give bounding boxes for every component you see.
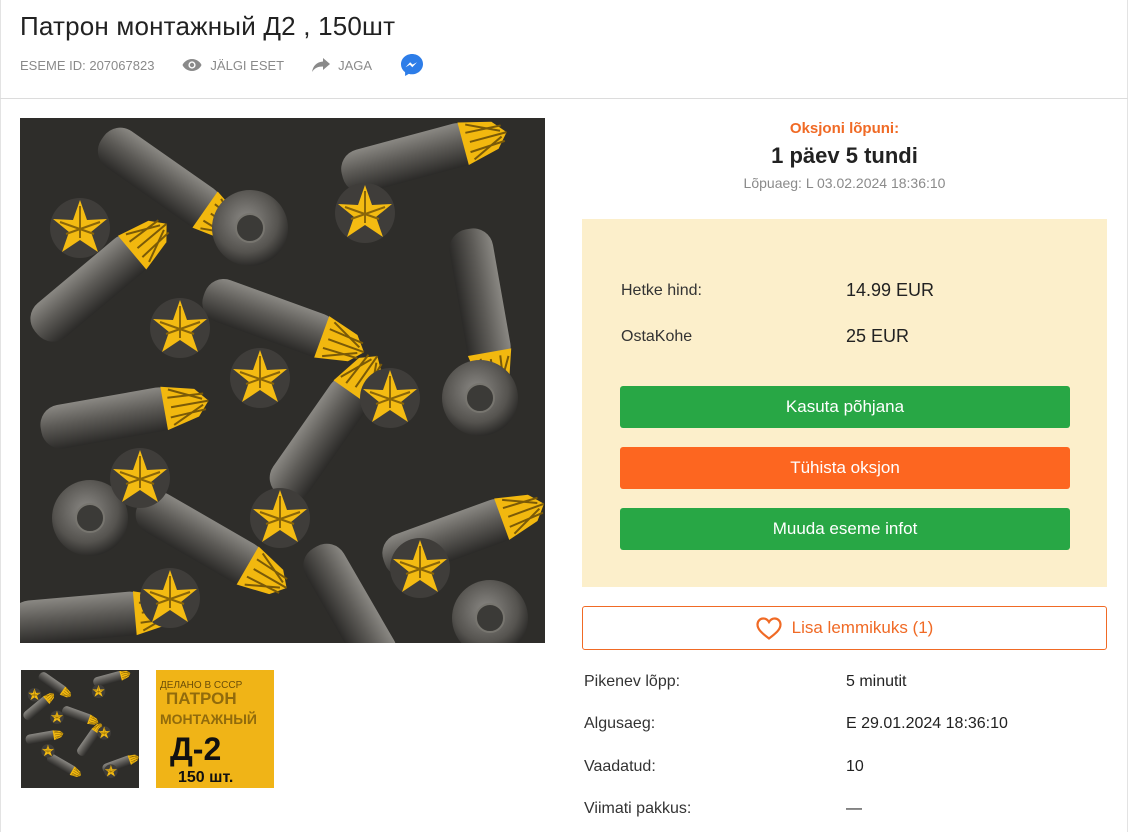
edit-item-button[interactable]: Muuda eseme infot — [620, 508, 1070, 550]
main-item-photo[interactable] — [20, 118, 545, 643]
detail-label: Algusaeg: — [584, 715, 656, 732]
buy-now-row: OstaKohe 25 EUR — [621, 326, 1081, 347]
detail-value: 5 minutit — [846, 673, 907, 690]
item-header: Патрон монтажный Д2 , 150шт ESEME ID: 20… — [0, 0, 1128, 99]
thumbnail-cartridges[interactable] — [21, 670, 139, 788]
detail-row-views: Vaadatud: 10 — [584, 758, 1104, 776]
detail-value: — — [846, 800, 862, 817]
share-arrow-icon — [312, 58, 331, 72]
time-left: 1 päev 5 tundi — [771, 143, 918, 168]
detail-value: E 29.01.2024 18:36:10 — [846, 715, 1008, 732]
detail-label: Pikenev lõpp: — [584, 673, 681, 690]
buy-now-label: OstaKohe — [621, 327, 693, 345]
share-link[interactable]: JAGA — [312, 58, 372, 73]
eye-icon — [182, 59, 202, 71]
current-price-label: Hetke hind: — [621, 281, 702, 299]
detail-row-extended-end: Pikenev lõpp: 5 minutit — [584, 673, 1104, 691]
watch-item-link[interactable]: JÄLGI ESET — [182, 58, 284, 73]
add-favorite-label: Lisa lemmikuks (1) — [791, 618, 934, 637]
package-label-thumbnail: ДЕЛАНО В СССР ПАТРОН МОНТАЖНЫЙ Д-2 150 ш… — [156, 670, 274, 788]
current-price-value: 14.99 EUR — [846, 280, 935, 300]
item-id: ESEME ID: 207067823 — [20, 57, 155, 73]
heart-icon — [756, 616, 782, 640]
detail-row-last-bidder: Viimati pakkus: — — [584, 800, 1104, 818]
svg-text:ПАТРОН: ПАТРОН — [166, 689, 237, 708]
detail-label: Vaadatud: — [584, 758, 656, 775]
buy-now-value: 25 EUR — [846, 326, 910, 346]
item-title: Патрон монтажный Д2 , 150шт — [20, 11, 396, 41]
thumbnail-package[interactable]: ДЕЛАНО В СССР ПАТРОН МОНТАЖНЫЙ Д-2 150 ш… — [156, 670, 274, 788]
share-label: JAGA — [338, 57, 373, 73]
messenger-share-button[interactable] — [400, 53, 432, 77]
messenger-icon — [401, 54, 424, 76]
svg-text:МОНТАЖНЫЙ: МОНТАЖНЫЙ — [160, 710, 257, 727]
current-price-row: Hetke hind: 14.99 EUR — [621, 280, 1081, 301]
auction-timer: Oksjoni lõpuni: 1 päev 5 tundi Lõpuaeg: … — [582, 120, 1107, 191]
add-favorite-button[interactable]: Lisa lemmikuks (1) — [582, 606, 1107, 650]
detail-value: 10 — [846, 758, 864, 775]
cancel-auction-button[interactable]: Tühista oksjon — [620, 447, 1070, 489]
price-box: Hetke hind: 14.99 EUR OstaKohe 25 EUR Ka… — [582, 219, 1107, 587]
detail-row-start-time: Algusaeg: E 29.01.2024 18:36:10 — [584, 715, 1104, 733]
ammo-cartridges-photo — [20, 118, 545, 643]
watch-item-label: JÄLGI ESET — [210, 57, 285, 73]
svg-text:150 шт.: 150 шт. — [178, 769, 233, 786]
use-as-template-button[interactable]: Kasuta põhjana — [620, 386, 1070, 428]
auction-end-time: Lõpuaeg: L 03.02.2024 18:36:10 — [743, 175, 946, 191]
cartridges-thumbnail — [21, 670, 139, 788]
detail-label: Viimati pakkus: — [584, 800, 692, 817]
auction-end-label: Oksjoni lõpuni: — [789, 120, 900, 137]
svg-text:Д-2: Д-2 — [170, 731, 221, 767]
item-meta-row: ESEME ID: 207067823 JÄLGI ESET JAGA — [20, 52, 460, 78]
